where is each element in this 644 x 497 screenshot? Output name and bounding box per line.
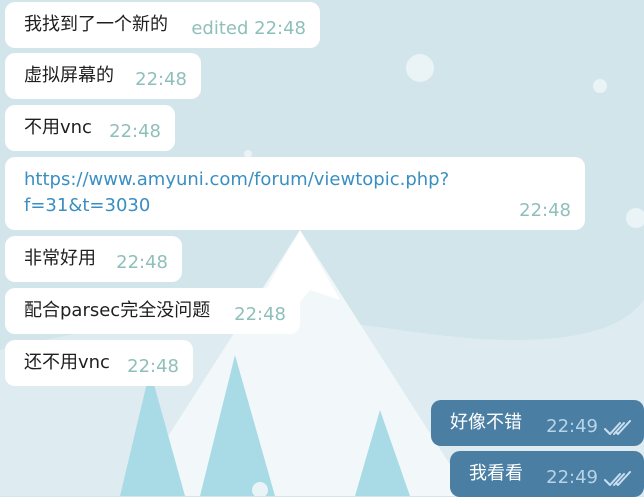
message-time: 22:48 [234, 304, 286, 325]
message-bubble[interactable]: 虚拟屏幕的 22:48 [5, 53, 201, 99]
message-text: 我找到了一个新的 [24, 14, 168, 35]
message-time: 22:48 [109, 121, 161, 142]
message-text: 好像不错 [450, 412, 522, 433]
message-time: 22:49 [546, 416, 598, 437]
message-time: 22:49 [546, 467, 598, 488]
link-line-2: f=31&t=3030 [24, 195, 151, 216]
message-link[interactable]: https://www.amyuni.com/forum/viewtopic.p… [24, 169, 449, 216]
message-text: 还不用vnc [24, 352, 110, 373]
message-bubble[interactable]: 非常好用 22:48 [5, 236, 182, 282]
message-time: 22:48 [135, 69, 187, 90]
message-time: edited 22:48 [191, 18, 306, 39]
outgoing-message-bubble[interactable]: 我看看 22:49 [450, 451, 644, 497]
message-bubble[interactable]: 还不用vnc 22:48 [5, 340, 193, 386]
message-time: 22:48 [519, 200, 571, 221]
message-time: 22:48 [116, 252, 168, 273]
outgoing-message-bubble[interactable]: 好像不错 22:49 [431, 400, 644, 446]
message-bubble[interactable]: 我找到了一个新的 edited 22:48 [5, 2, 320, 48]
message-text: 我看看 [469, 463, 523, 484]
double-check-icon [604, 471, 631, 486]
message-text: 虚拟屏幕的 [24, 65, 114, 86]
message-time: 22:48 [127, 356, 179, 377]
message-bubble[interactable]: 不用vnc 22:48 [5, 105, 175, 151]
double-check-icon [604, 420, 631, 435]
link-line-1: https://www.amyuni.com/forum/viewtopic.p… [24, 169, 450, 190]
message-text: 非常好用 [24, 248, 96, 269]
message-text: 配合parsec完全没问题 [24, 300, 211, 321]
message-bubble[interactable]: 配合parsec完全没问题 22:48 [5, 288, 300, 334]
message-bubble[interactable]: https://www.amyuni.com/forum/viewtopic.p… [5, 157, 585, 230]
message-text: 不用vnc [24, 117, 92, 138]
